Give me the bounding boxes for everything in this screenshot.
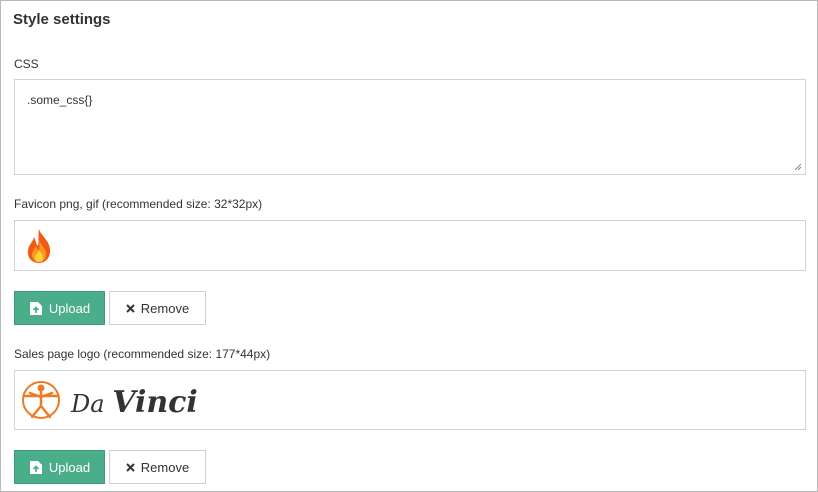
upload-icon [29,460,43,475]
css-textarea[interactable]: .some_css{} [14,79,806,175]
upload-icon [29,301,43,316]
close-icon [126,462,135,472]
logo-label: Sales page logo (recommended size: 177*4… [14,347,271,361]
favicon-label: Favicon png, gif (recommended size: 32*3… [14,197,263,211]
favicon-remove-label: Remove [140,300,190,316]
logo-upload-button[interactable]: Upload [14,450,105,484]
logo-remove-label: Remove [140,459,190,475]
logo-text-vinci: Vinci [112,385,198,420]
logo-text-da: Da [71,390,105,418]
style-settings-panel: Style settings CSS .some_css{} Favicon p… [0,0,818,492]
resize-grip-icon[interactable] [794,163,802,171]
close-icon [126,303,135,313]
logo-upload-label: Upload [48,459,91,475]
favicon-remove-button[interactable]: Remove [109,291,206,325]
css-label: CSS [14,57,39,71]
css-value[interactable]: .some_css{} [27,93,92,107]
favicon-upload-button[interactable]: Upload [14,291,105,325]
flame-icon [27,229,51,263]
logo-preview: Da Vinci [14,370,806,430]
vitruvian-man-icon [22,381,60,419]
favicon-upload-label: Upload [48,300,91,316]
logo-remove-button[interactable]: Remove [109,450,206,484]
favicon-preview [14,220,806,271]
section-title: Style settings [13,11,111,28]
